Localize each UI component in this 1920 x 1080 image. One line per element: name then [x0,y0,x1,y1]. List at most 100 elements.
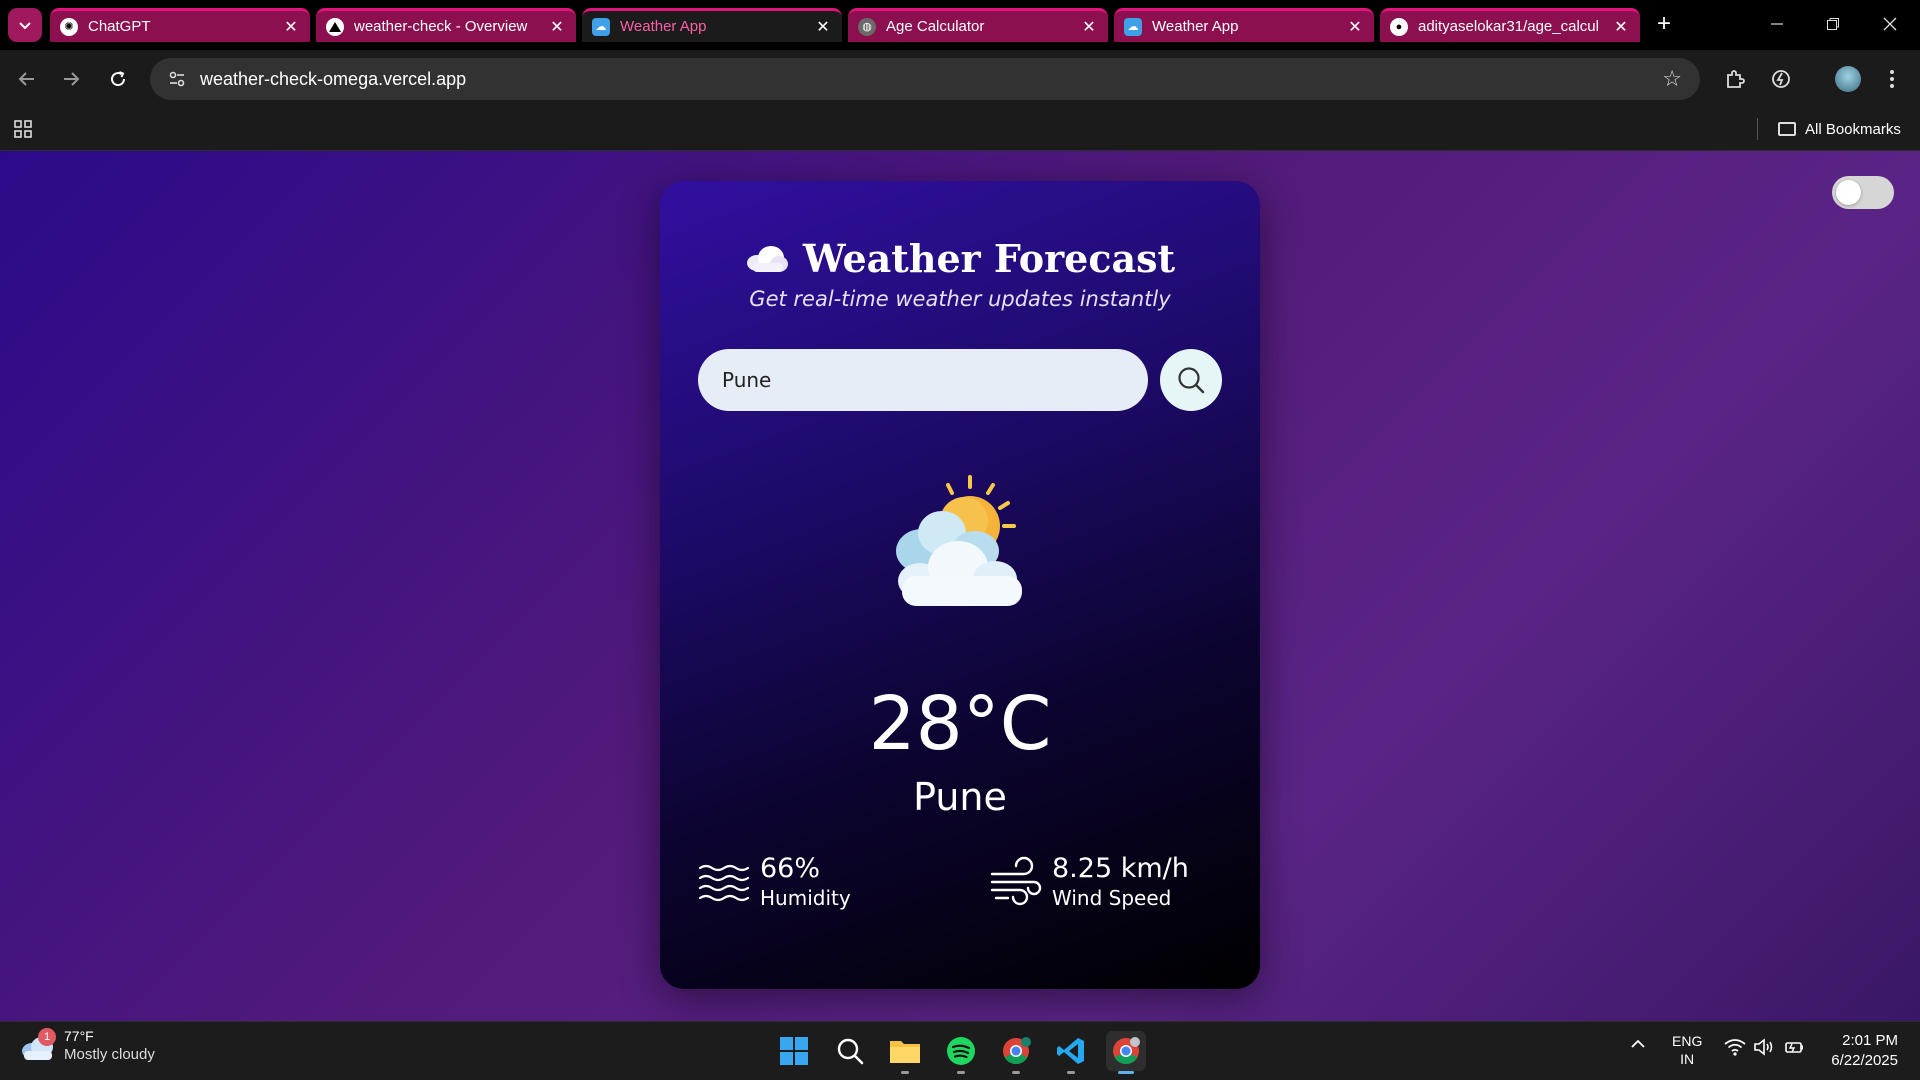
app-title: Weather Forecast [802,236,1176,281]
close-icon[interactable]: ✕ [282,17,300,37]
tab-github-age-calc[interactable]: ● adityaselokar31/age_calcul ✕ [1380,8,1640,42]
volume-button[interactable] [1753,1038,1775,1060]
file-explorer-app[interactable] [885,1031,925,1074]
back-button[interactable] [12,64,42,94]
clock-date: 6/22/2025 [1831,1052,1898,1069]
new-tab-button[interactable]: + [1650,10,1678,38]
wifi-icon [1724,1039,1746,1056]
forward-button[interactable] [56,64,86,94]
site-info-icon[interactable] [164,66,190,92]
network-button[interactable] [1724,1038,1746,1060]
windows-logo-icon [780,1037,808,1065]
tab-chatgpt[interactable]: ✺ ChatGPT ✕ [50,8,310,42]
performance-button[interactable] [1766,64,1796,94]
apps-grid-icon[interactable] [12,118,34,140]
language-indicator[interactable]: ENG IN [1672,1032,1702,1068]
notification-badge: 1 [38,1027,56,1046]
vercel-icon [326,17,344,36]
clock[interactable]: 2:01 PM 6/22/2025 [1831,1031,1898,1071]
tab-search-button[interactable] [8,8,42,42]
start-button[interactable] [774,1031,814,1071]
speedometer-icon [1772,70,1790,88]
restore-icon [1827,18,1839,30]
tab-title: Weather App [1152,18,1239,35]
tab-title: ChatGPT [88,18,151,35]
close-window-button[interactable] [1870,8,1910,40]
running-indicator [1118,1071,1134,1074]
theme-toggle[interactable] [1832,176,1894,209]
humidity-value: 66% [760,853,821,884]
all-bookmarks-button[interactable]: All Bookmarks [1778,116,1901,142]
tab-age-calculator[interactable]: ◍ Age Calculator ✕ [848,8,1108,42]
spotify-app[interactable] [941,1031,981,1074]
taskbar-temp: 77°F [64,1028,94,1044]
close-icon[interactable]: ✕ [814,17,832,37]
running-indicator [1067,1071,1075,1074]
running-indicator [901,1071,909,1074]
temperature: 28°C [868,681,1052,767]
chrome-icon [1003,1037,1031,1065]
tab-title: weather-check - Overview [354,18,528,35]
github-icon: ● [1390,17,1408,36]
city-name: Pune [913,775,1007,819]
partly-cloudy-sun-icon [896,475,1022,606]
close-icon[interactable]: ✕ [1080,17,1098,37]
close-icon[interactable]: ✕ [1612,17,1630,37]
browser-menu-button[interactable] [1877,64,1907,94]
chrome-icon [1113,1037,1140,1065]
address-bar[interactable]: weather-check-omega.vercel.app ☆ [150,58,1700,100]
running-indicator [957,1071,965,1074]
wind-label: Wind Speed [1052,886,1172,910]
close-icon [1883,17,1897,31]
search-button[interactable] [1160,349,1222,411]
clock-time: 2:01 PM [1842,1032,1898,1049]
close-icon[interactable]: ✕ [1346,17,1364,37]
weather-card: Weather Forecast Get real-time weather u… [660,181,1260,989]
taskbar-weather-widget[interactable]: 1 77°F Mostly cloudy [20,1027,155,1063]
speaker-icon [1754,1038,1773,1056]
tab-title: adityaselokar31/age_calcul [1418,18,1599,35]
chevron-down-icon [19,22,31,30]
bookmark-star-icon[interactable]: ☆ [1662,66,1682,92]
globe-icon: ◍ [858,17,876,36]
reload-icon [111,71,126,87]
puzzle-icon [1727,70,1745,88]
close-icon[interactable]: ✕ [548,17,566,37]
cloudy-icon: 1 [20,1027,56,1061]
battery-charging-icon [1785,1042,1803,1053]
tab-weather-check-overview[interactable]: weather-check - Overview ✕ [316,8,576,42]
tab-title: Age Calculator [886,18,985,35]
cloud-icon [746,245,788,272]
wind-value: 8.25 km/h [1052,853,1189,884]
taskbar-search-button[interactable] [830,1031,870,1071]
profile-avatar[interactable] [1835,66,1861,92]
wind-icon [990,856,1042,905]
spotify-icon [947,1037,975,1065]
vscode-app[interactable] [1051,1031,1091,1074]
chrome-profile-app[interactable] [996,1031,1036,1074]
chatgpt-icon: ✺ [60,17,78,36]
city-search-input[interactable] [698,349,1148,411]
extensions-button[interactable] [1720,64,1750,94]
tab-weather-app-active[interactable]: ☁ Weather App ✕ [582,8,842,42]
chrome-app-active[interactable] [1106,1031,1146,1074]
kebab-menu-icon [1890,70,1894,88]
tab-weather-app[interactable]: ☁ Weather App ✕ [1114,8,1374,42]
windows-taskbar: 1 77°F Mostly cloudy ENG IN 2:01 PM 6/22… [0,1021,1920,1080]
search-icon [837,1038,864,1065]
tab-title: Weather App [620,18,707,35]
arrow-left-icon [18,72,34,86]
weather-app-icon: ☁ [1124,17,1142,36]
show-hidden-icons-button[interactable] [1630,1036,1646,1056]
minimize-button[interactable] [1757,8,1797,40]
tab-strip: ✺ ChatGPT ✕ weather-check - Overview ✕ ☁… [0,0,1920,50]
battery-button[interactable] [1783,1038,1805,1060]
arrow-right-icon [64,72,80,86]
divider [1757,118,1758,140]
url-text[interactable]: weather-check-omega.vercel.app [200,69,1662,90]
reload-button[interactable] [103,64,133,94]
browser-toolbar: weather-check-omega.vercel.app ☆ [0,50,1920,107]
taskbar-condition: Mostly cloudy [64,1046,155,1063]
restore-button[interactable] [1813,8,1853,40]
search-icon [1178,367,1205,394]
